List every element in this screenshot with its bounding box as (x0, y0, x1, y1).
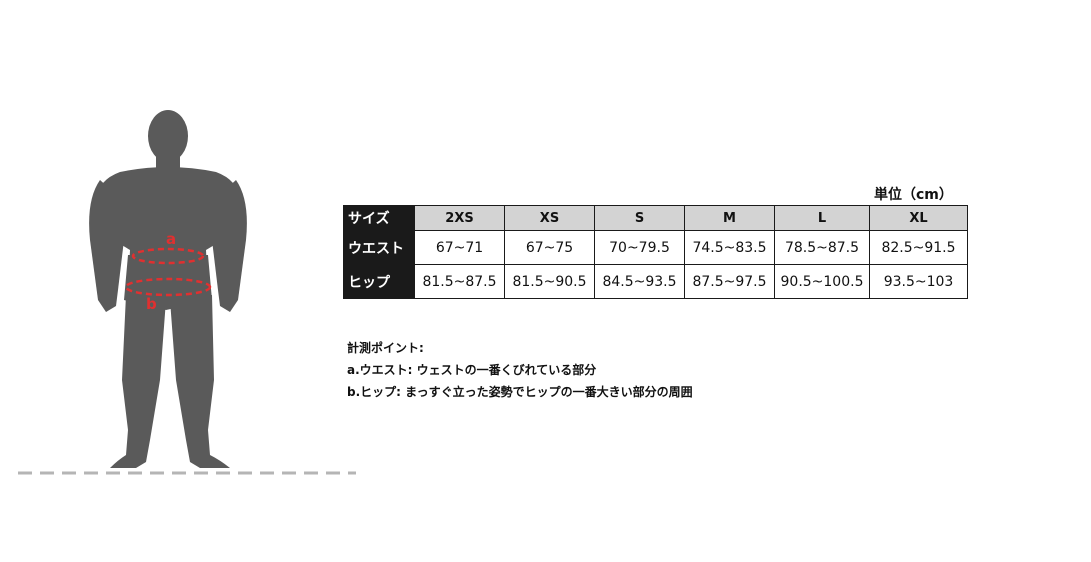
size-header-cell: XS (504, 205, 595, 231)
size-chart-table: サイズ 2XS XS S M L XL ウエスト 67~71 67~75 70~… (343, 205, 968, 299)
figure-left-leg (110, 295, 166, 468)
waist-cell: 67~71 (414, 230, 505, 265)
row-header-waist: ウエスト (343, 230, 415, 265)
hip-cell: 90.5~100.5 (774, 264, 870, 299)
figure-head (148, 110, 188, 162)
hip-cell: 81.5~90.5 (504, 264, 595, 299)
size-header-cell: S (594, 205, 685, 231)
waist-cell: 67~75 (504, 230, 595, 265)
table-row-hip: ヒップ 81.5~87.5 81.5~90.5 84.5~93.5 87.5~9… (343, 264, 968, 299)
waist-marker-label: a (166, 230, 176, 248)
row-header-hip: ヒップ (343, 264, 415, 299)
hip-cell: 81.5~87.5 (414, 264, 505, 299)
table-row-waist: ウエスト 67~71 67~75 70~79.5 74.5~83.5 78.5~… (343, 230, 968, 265)
table-row-sizes: サイズ 2XS XS S M L XL (343, 205, 968, 231)
waist-cell: 74.5~83.5 (684, 230, 775, 265)
note-waist: a.ウエスト: ウェストの一番くびれている部分 (347, 363, 597, 377)
hip-cell: 87.5~97.5 (684, 264, 775, 299)
figure-right-arm (212, 180, 247, 312)
row-header-size: サイズ (343, 205, 415, 231)
size-header-cell: XL (869, 205, 968, 231)
size-header-cell: M (684, 205, 775, 231)
notes-title: 計測ポイント: (347, 341, 424, 355)
note-hip: b.ヒップ: まっすぐ立った姿勢でヒップの一番大きい部分の周囲 (347, 385, 693, 399)
body-silhouette-figure: a b (18, 110, 356, 475)
measurement-notes: 計測ポイント: a.ウエスト: ウェストの一番くびれている部分 b.ヒップ: ま… (347, 337, 693, 403)
hip-cell: 84.5~93.5 (594, 264, 685, 299)
size-header-cell: 2XS (414, 205, 505, 231)
hip-marker-label: b (146, 295, 157, 313)
figure-left-arm (89, 180, 124, 312)
figure-right-leg (170, 295, 230, 468)
waist-cell: 82.5~91.5 (869, 230, 968, 265)
size-header-cell: L (774, 205, 870, 231)
unit-label: 単位（cm） (874, 187, 953, 203)
waist-cell: 78.5~87.5 (774, 230, 870, 265)
waist-cell: 70~79.5 (594, 230, 685, 265)
hip-cell: 93.5~103 (869, 264, 968, 299)
